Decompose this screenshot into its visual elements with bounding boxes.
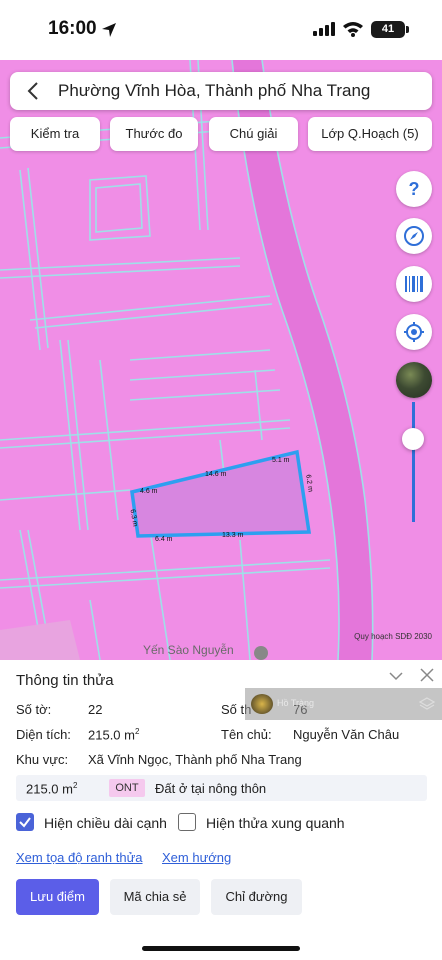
view-direction-link[interactable]: Xem hướng bbox=[162, 850, 231, 865]
view-boundary-coordinates-link[interactable]: Xem tọa độ ranh thửa bbox=[16, 850, 143, 865]
help-button[interactable]: ? bbox=[396, 171, 432, 207]
compass-button[interactable] bbox=[396, 218, 432, 254]
checkmark-icon bbox=[19, 817, 31, 828]
barcode-button[interactable] bbox=[396, 266, 432, 302]
region-value: Xã Vĩnh Ngọc, Thành phố Nha Trang bbox=[88, 752, 302, 767]
planning-layers-button[interactable]: Lớp Q.Hoạch (5) bbox=[308, 117, 432, 151]
land-use-code-badge: ONT bbox=[109, 779, 145, 797]
layers-icon bbox=[419, 697, 435, 710]
area-label: Diện tích: bbox=[16, 727, 71, 742]
help-icon: ? bbox=[409, 179, 420, 199]
edge-label: 5.1 m bbox=[272, 457, 290, 464]
check-button[interactable]: Kiểm tra bbox=[10, 117, 100, 151]
edge-label: 6.4 m bbox=[155, 536, 173, 543]
edge-label: 4.6 m bbox=[140, 488, 158, 495]
edge-label: 13.3 m bbox=[222, 532, 244, 539]
video-title: Hồ Tràng bbox=[277, 698, 315, 708]
opacity-slider-track[interactable] bbox=[412, 402, 415, 522]
satellite-layer-icon[interactable] bbox=[396, 362, 432, 398]
locate-icon bbox=[404, 322, 424, 342]
back-chevron-icon[interactable] bbox=[24, 81, 44, 101]
legend-button[interactable]: Chú giải bbox=[209, 117, 298, 151]
locate-button[interactable] bbox=[396, 314, 432, 350]
opacity-slider-thumb[interactable] bbox=[402, 428, 424, 450]
owner-label: Tên chủ: bbox=[221, 727, 272, 742]
area-value: 215.0 m2 bbox=[88, 727, 140, 743]
show-edge-lengths-checkbox[interactable] bbox=[16, 813, 34, 831]
directions-button[interactable]: Chỉ đường bbox=[211, 879, 302, 915]
chevron-down-icon[interactable] bbox=[388, 668, 404, 684]
land-use-row: 215.0 m2 ONT Đất ở tại nông thôn bbox=[16, 775, 427, 801]
share-code-button[interactable]: Mã chia sẻ bbox=[110, 879, 200, 915]
map-footnote: Quy hoạch SDĐ 2030 bbox=[354, 632, 432, 641]
land-use-area: 215.0 m2 bbox=[26, 781, 78, 797]
barcode-icon bbox=[405, 276, 423, 292]
measure-button[interactable]: Thước đo bbox=[110, 117, 198, 151]
parcel-info-panel: Thông tin thửa Số tờ: 22 Số th 76 Diện t… bbox=[0, 660, 442, 960]
status-bar: 16:00 41 bbox=[0, 0, 442, 60]
location-title: Phường Vĩnh Hòa, Thành phố Nha Trang bbox=[58, 81, 371, 100]
save-point-button[interactable]: Lưu điểm bbox=[16, 879, 99, 915]
sheet-number-label: Số tờ: bbox=[16, 702, 52, 717]
region-label: Khu vực: bbox=[16, 752, 69, 767]
compass-icon bbox=[404, 226, 424, 246]
cellular-signal-icon bbox=[313, 22, 335, 36]
land-use-description: Đất ở tại nông thôn bbox=[155, 781, 267, 796]
svg-text:?: ? bbox=[409, 179, 420, 199]
video-thumbnail bbox=[251, 694, 273, 714]
show-neighbors-label[interactable]: Hiện thửa xung quanh bbox=[206, 815, 345, 831]
map-place-label: Yến Sào Nguyễn bbox=[143, 643, 234, 657]
show-neighbors-checkbox[interactable] bbox=[178, 813, 196, 831]
show-edge-lengths-label[interactable]: Hiện chiều dài cạnh bbox=[44, 815, 167, 831]
wifi-icon bbox=[343, 22, 363, 37]
video-overlay[interactable]: Hồ Tràng bbox=[245, 688, 442, 720]
panel-title: Thông tin thửa bbox=[16, 672, 114, 689]
owner-value: Nguyễn Văn Châu bbox=[293, 727, 400, 742]
home-indicator bbox=[142, 946, 300, 951]
close-icon[interactable] bbox=[420, 668, 434, 682]
location-arrow-icon bbox=[102, 23, 116, 37]
edge-label: 14.6 m bbox=[205, 471, 227, 478]
battery-icon: 41 bbox=[371, 21, 409, 38]
location-search-bar[interactable]: Phường Vĩnh Hòa, Thành phố Nha Trang bbox=[10, 72, 432, 110]
status-time: 16:00 bbox=[48, 18, 97, 39]
sheet-number-value: 22 bbox=[88, 702, 103, 717]
